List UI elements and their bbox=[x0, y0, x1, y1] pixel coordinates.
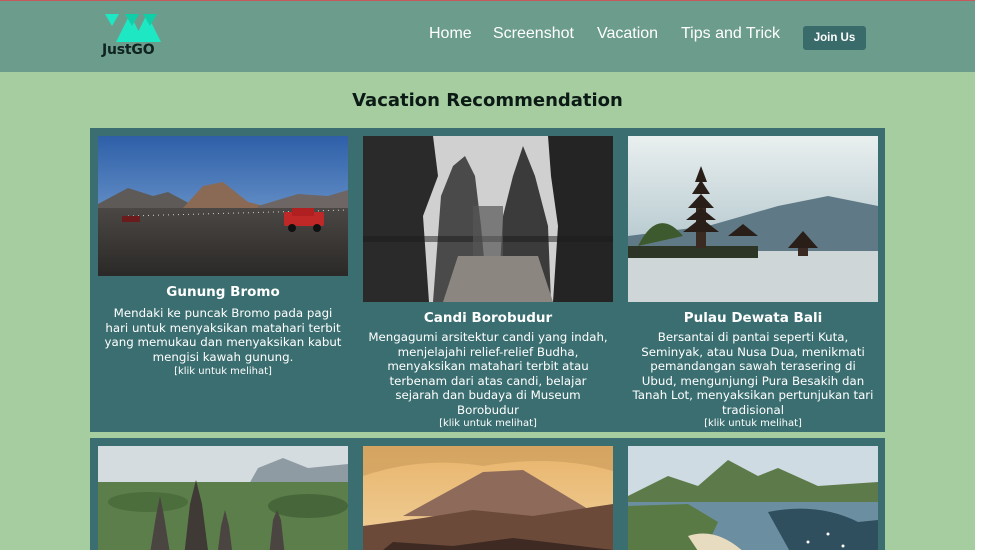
bromo-photo[interactable] bbox=[98, 136, 348, 276]
view-link[interactable]: [klik untuk melihat] bbox=[98, 366, 348, 377]
logo[interactable]: JustGO bbox=[100, 9, 164, 61]
card-title: Pulau Dewata Bali bbox=[683, 310, 823, 326]
prambanan-photo[interactable] bbox=[98, 446, 348, 550]
card-description: Mendaki ke puncak Bromo pada pagi hari u… bbox=[104, 306, 342, 364]
borobudur-photo[interactable] bbox=[363, 136, 613, 302]
nav-link-tips-and-trick[interactable]: Tips and Trick bbox=[681, 25, 780, 43]
destinations-panel-row-2 bbox=[90, 438, 885, 550]
page: JustGO Home Screenshot Vacation Tips and… bbox=[0, 0, 975, 550]
nav-link-screenshot[interactable]: Screenshot bbox=[493, 25, 574, 43]
bali-photo[interactable] bbox=[628, 136, 878, 302]
view-link[interactable]: [klik untuk melihat] bbox=[363, 418, 613, 429]
card-title: Gunung Bromo bbox=[166, 284, 280, 300]
padar-photo[interactable] bbox=[628, 446, 878, 550]
view-link[interactable]: [klik untuk melihat] bbox=[628, 418, 878, 429]
card-title: Candi Borobudur bbox=[423, 310, 553, 326]
card-description: Bersantai di pantai seperti Kuta, Seminy… bbox=[632, 330, 874, 417]
section-title: Vacation Recommendation bbox=[352, 90, 623, 111]
destinations-panel: Gunung Bromo Mendaki ke puncak Bromo pad… bbox=[90, 128, 885, 432]
logo-text: JustGO bbox=[102, 42, 155, 58]
nav-link-home[interactable]: Home bbox=[429, 25, 472, 43]
navbar: JustGO Home Screenshot Vacation Tips and… bbox=[0, 0, 975, 72]
join-us-button[interactable]: Join Us bbox=[803, 26, 866, 50]
volcano-photo[interactable] bbox=[363, 446, 613, 550]
triangles-logo-icon bbox=[105, 14, 161, 42]
nav-link-vacation[interactable]: Vacation bbox=[597, 25, 658, 43]
card-description: Mengagumi arsitektur candi yang indah, m… bbox=[368, 330, 608, 417]
